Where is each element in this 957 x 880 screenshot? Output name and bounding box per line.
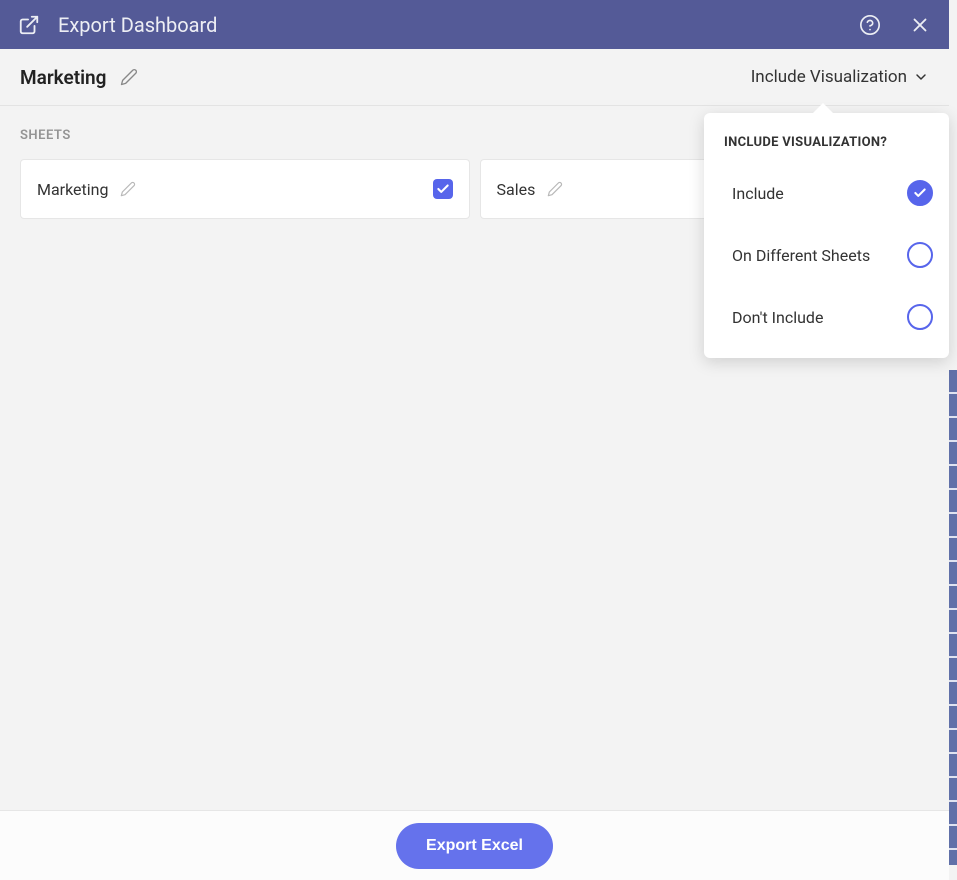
popover-title: INCLUDE VISUALIZATION? bbox=[704, 135, 949, 162]
external-link-icon[interactable] bbox=[18, 14, 40, 36]
pencil-icon[interactable] bbox=[120, 181, 136, 197]
radio-unselected bbox=[907, 304, 933, 330]
modal-footer: Export Excel bbox=[0, 810, 949, 880]
option-label: Don't Include bbox=[732, 308, 823, 327]
help-icon[interactable] bbox=[859, 14, 881, 36]
include-visualization-dropdown[interactable]: Include Visualization bbox=[751, 67, 929, 87]
option-label: Include bbox=[732, 184, 784, 203]
dashboard-name: Marketing bbox=[20, 66, 106, 89]
radio-selected bbox=[907, 180, 933, 206]
pencil-icon[interactable] bbox=[120, 68, 138, 86]
include-visualization-popover: INCLUDE VISUALIZATION? Include On Differ… bbox=[704, 113, 949, 358]
radio-unselected bbox=[907, 242, 933, 268]
chevron-down-icon bbox=[913, 69, 929, 85]
sheet-name: Marketing bbox=[37, 180, 108, 199]
dropdown-label: Include Visualization bbox=[751, 67, 907, 87]
close-icon[interactable] bbox=[909, 14, 931, 36]
popover-option-include[interactable]: Include bbox=[704, 162, 949, 224]
pencil-icon[interactable] bbox=[547, 181, 563, 197]
modal-header-left: Export Dashboard bbox=[18, 13, 217, 37]
modal-header: Export Dashboard bbox=[0, 0, 949, 49]
modal-header-right bbox=[859, 14, 931, 36]
sheet-checkbox[interactable] bbox=[433, 179, 453, 199]
option-label: On Different Sheets bbox=[732, 246, 870, 265]
modal-title: Export Dashboard bbox=[58, 13, 217, 37]
sheet-name: Sales bbox=[497, 180, 536, 199]
popover-option-dont-include[interactable]: Don't Include bbox=[704, 286, 949, 348]
popover-option-different-sheets[interactable]: On Different Sheets bbox=[704, 224, 949, 286]
subheader-left: Marketing bbox=[20, 66, 138, 89]
export-excel-button[interactable]: Export Excel bbox=[396, 823, 553, 869]
sheet-card[interactable]: Marketing bbox=[20, 159, 470, 219]
side-decoration bbox=[949, 370, 957, 865]
subheader: Marketing Include Visualization bbox=[0, 49, 949, 106]
